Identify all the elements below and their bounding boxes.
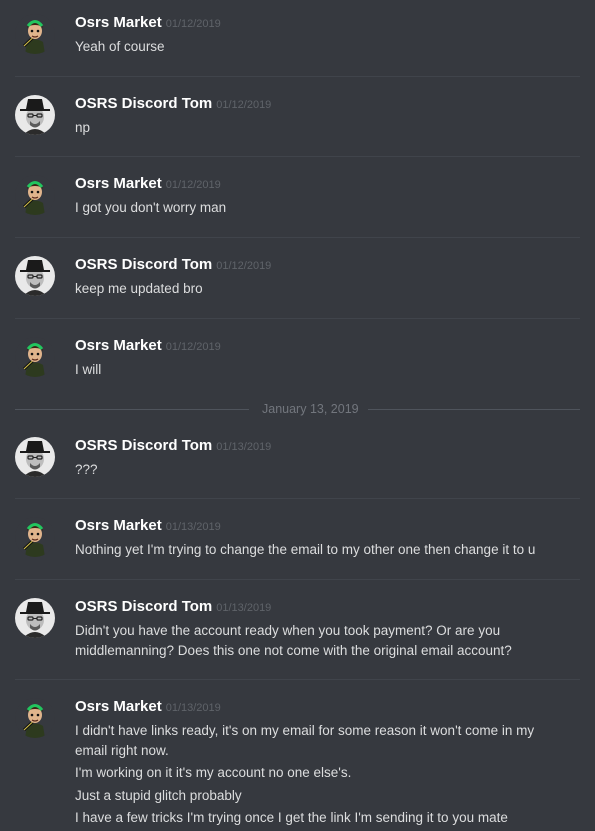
- message-text: I got you don't worry man: [75, 200, 227, 215]
- osrs-market-avatar-icon: [15, 337, 55, 377]
- timestamp: 01/13/2019: [216, 602, 272, 614]
- avatar[interactable]: [15, 14, 55, 54]
- username[interactable]: Osrs Market: [75, 175, 162, 192]
- discord-tom-avatar-icon: [15, 95, 55, 135]
- message-text: Just a stupid glitch probably: [75, 787, 242, 803]
- message-content: I will: [75, 360, 585, 383]
- avatar[interactable]: [15, 698, 55, 738]
- timestamp: 01/12/2019: [165, 341, 221, 353]
- discord-tom-avatar-icon: [15, 598, 55, 638]
- message-content: I got you don't worry man: [75, 198, 585, 221]
- message-text: np: [75, 120, 91, 135]
- message-separator: [15, 579, 580, 580]
- message-content: Didn't you have the account ready when y…: [75, 621, 545, 663]
- message-content: keep me updated bro: [75, 279, 585, 302]
- message-text: I will: [75, 362, 102, 377]
- avatar[interactable]: [15, 437, 55, 477]
- divider-rule-left: [15, 409, 249, 410]
- message-separator: [15, 76, 580, 77]
- timestamp: 01/13/2019: [165, 521, 221, 533]
- osrs-market-avatar-icon: [15, 698, 55, 738]
- divider-date: January 13, 2019: [262, 402, 359, 416]
- chat-messages: Osrs Market 01/12/2019 Yeah of course OSR…: [0, 0, 595, 831]
- message-text: ???: [75, 462, 98, 477]
- timestamp: 01/12/2019: [165, 179, 221, 191]
- username[interactable]: OSRS Discord Tom: [75, 95, 212, 112]
- username[interactable]: Osrs Market: [75, 517, 162, 534]
- discord-tom-avatar-icon: [15, 256, 55, 296]
- message-content: I didn't have links ready, it's on my em…: [75, 721, 565, 831]
- avatar[interactable]: [15, 598, 55, 638]
- message-text: keep me updated bro: [75, 281, 203, 296]
- timestamp: 01/13/2019: [165, 702, 221, 714]
- discord-tom-avatar-icon: [15, 437, 55, 477]
- avatar[interactable]: [15, 175, 55, 215]
- timestamp: 01/12/2019: [216, 260, 272, 272]
- message-text: I have a few tricks I'm trying once I ge…: [75, 810, 508, 825]
- message-separator: [15, 318, 580, 319]
- message-text: Nothing yet I'm trying to change the ema…: [75, 542, 536, 557]
- username[interactable]: Osrs Market: [75, 698, 162, 715]
- username[interactable]: Osrs Market: [75, 337, 162, 354]
- username[interactable]: OSRS Discord Tom: [75, 598, 212, 615]
- message-separator: [15, 156, 580, 157]
- timestamp: 01/12/2019: [165, 18, 221, 30]
- timestamp: 01/12/2019: [216, 99, 272, 111]
- avatar[interactable]: [15, 95, 55, 135]
- message-text: I didn't have links ready, it's on my em…: [75, 723, 535, 758]
- message-content: np: [75, 118, 585, 141]
- message-content: Nothing yet I'm trying to change the ema…: [75, 540, 585, 563]
- timestamp: 01/13/2019: [216, 441, 272, 453]
- message-text: Didn't you have the account ready when y…: [75, 623, 512, 658]
- day-divider: January 13, 2019: [15, 400, 580, 418]
- avatar[interactable]: [15, 256, 55, 296]
- message-separator: [15, 679, 580, 680]
- osrs-market-avatar-icon: [15, 14, 55, 54]
- message-separator: [15, 237, 580, 238]
- message-content: ???: [75, 460, 585, 483]
- divider-rule-right: [368, 409, 580, 410]
- avatar[interactable]: [15, 517, 55, 557]
- osrs-market-avatar-icon: [15, 517, 55, 557]
- message-text: I'm working on it it's my account no one…: [75, 765, 352, 780]
- message-content: Yeah of course: [75, 37, 585, 60]
- message-text: Yeah of course: [75, 39, 165, 54]
- message-separator: [15, 498, 580, 499]
- username[interactable]: Osrs Market: [75, 14, 162, 31]
- osrs-market-avatar-icon: [15, 175, 55, 215]
- username[interactable]: OSRS Discord Tom: [75, 256, 212, 273]
- avatar[interactable]: [15, 337, 55, 377]
- username[interactable]: OSRS Discord Tom: [75, 437, 212, 454]
